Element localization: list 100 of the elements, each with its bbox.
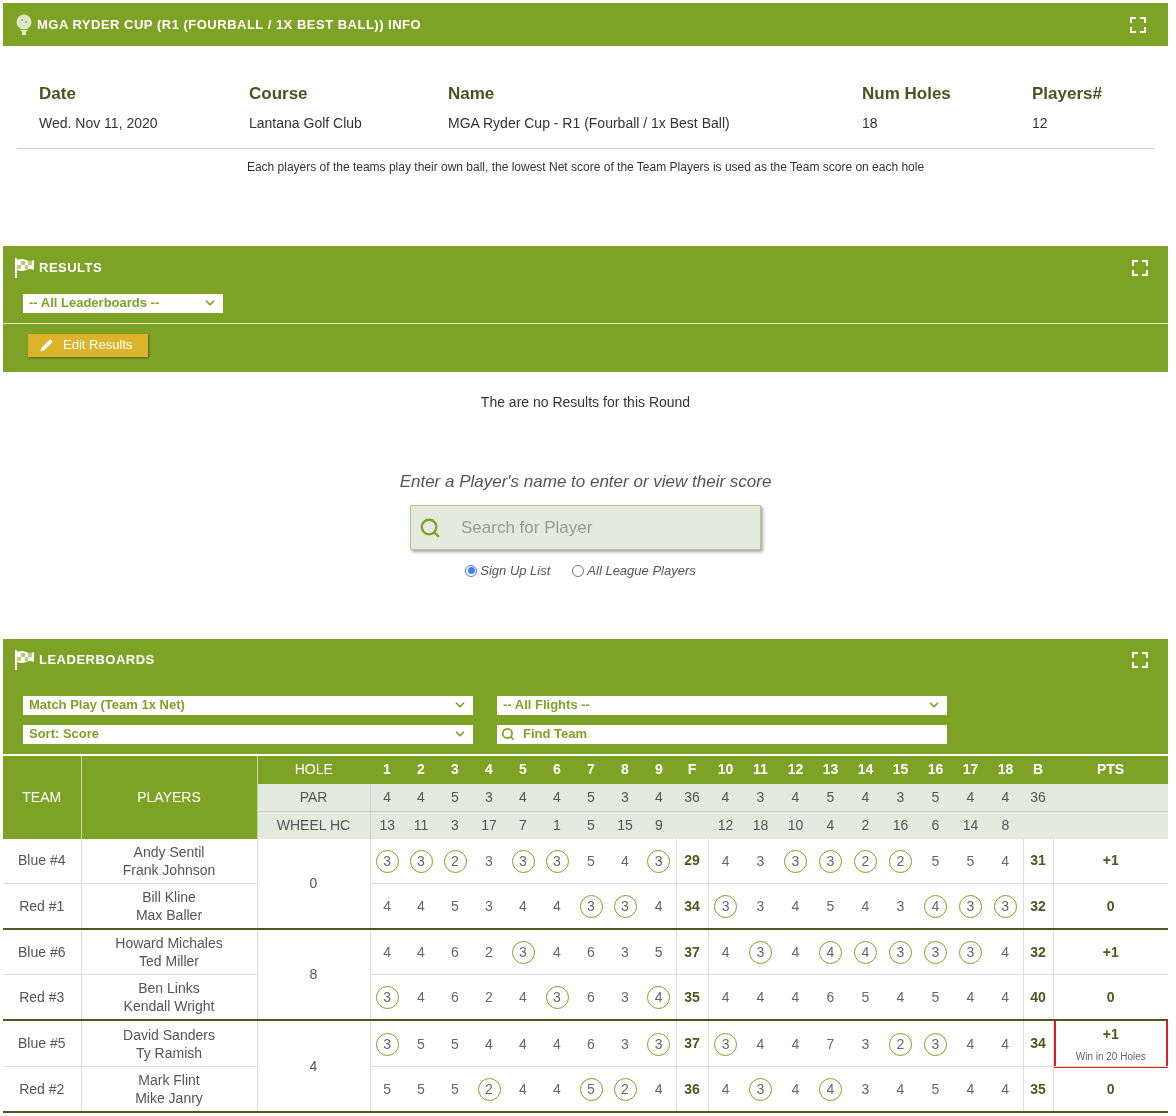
hole-score: 6: [586, 943, 596, 962]
hole-handicap: 6: [918, 811, 953, 839]
match-handicap: 4: [257, 1020, 370, 1112]
match-points: 0: [1106, 1079, 1115, 1099]
hole-score: 4: [755, 1034, 766, 1054]
golf-ball-on-tee-icon: [15, 13, 33, 36]
hole-score: 3: [860, 1034, 871, 1054]
hole-score: 4: [1000, 943, 1011, 962]
par-value: 5: [918, 783, 953, 812]
flight-select[interactable]: -- All Flights --: [497, 695, 947, 715]
hole-score: 5: [450, 897, 460, 916]
expand-icon[interactable]: [1130, 16, 1146, 33]
sort-select[interactable]: Sort: Score: [23, 724, 473, 744]
hole-score: 5: [450, 1034, 460, 1054]
players-column-header: PLAYERS: [81, 755, 257, 839]
match-points: +1: [1102, 942, 1119, 962]
hole-score: 3: [755, 897, 766, 916]
back-total: 34: [1023, 1020, 1053, 1067]
par-value: 3: [472, 783, 506, 812]
back-total: 32: [1023, 883, 1053, 929]
player-search-field[interactable]: Search for Player: [410, 505, 761, 550]
front-total: 36: [676, 1066, 708, 1112]
team-name: Red #3: [3, 974, 81, 1020]
par-value: 4: [953, 783, 988, 812]
search-icon: [501, 727, 515, 741]
hole-handicap: 8: [988, 811, 1023, 839]
search-icon: [419, 516, 441, 539]
hole-score: 5: [450, 1080, 460, 1099]
hole-score: 4: [653, 1080, 664, 1099]
hole-score: 6: [450, 988, 460, 1007]
hole-handicap: 1: [540, 811, 574, 839]
par-in-total: 36: [1023, 783, 1053, 812]
expand-icon[interactable]: [1132, 651, 1148, 668]
hole-number: 17: [953, 755, 988, 784]
hole-score: 4: [552, 1080, 562, 1099]
points-header: PTS: [1053, 755, 1168, 784]
hole-score: 3: [860, 1080, 871, 1099]
hole-score: 4: [965, 1080, 976, 1099]
hole-number: 14: [848, 755, 883, 784]
hole-score: 4: [895, 988, 906, 1007]
radio-label[interactable]: All League Players: [587, 561, 696, 581]
hole-score: 3: [714, 1032, 738, 1056]
par-value: 4: [540, 783, 574, 812]
team-name: Red #1: [3, 883, 81, 929]
expand-icon[interactable]: [1132, 259, 1148, 276]
hole-score: 4: [1000, 851, 1011, 871]
hole-handicap: 7: [506, 811, 540, 839]
par-value: 4: [506, 783, 540, 812]
par-value: 3: [743, 783, 778, 812]
hole-score: 4: [790, 988, 801, 1007]
back-total: 35: [1023, 1066, 1053, 1112]
par-value: 4: [778, 783, 813, 812]
player-name: Ben Links: [138, 979, 200, 997]
hole-score: 5: [825, 897, 836, 916]
hole-score: 5: [860, 988, 871, 1007]
format-select[interactable]: Match Play (Team 1x Net): [23, 695, 473, 715]
hole-number: 16: [918, 755, 953, 784]
match-handicap: 0: [257, 838, 370, 929]
info-value: MGA Ryder Cup - R1 (Fourball / 1x Best Ball): [448, 113, 731, 133]
player-name: Bill Kline: [142, 888, 196, 906]
match-note: Win in 20 Holes: [1075, 1049, 1146, 1064]
hole-score: 4: [552, 1034, 562, 1054]
hole-score: 4: [790, 943, 801, 962]
par-value: 4: [404, 783, 438, 812]
player-name: Mike Janry: [135, 1089, 203, 1107]
hole-score: 5: [930, 851, 941, 871]
par-value: 4: [370, 783, 404, 812]
hole-score: 5: [930, 1080, 941, 1099]
hole-handicap: 3: [438, 811, 472, 839]
results-title: RESULTS: [39, 258, 103, 277]
player-name: Mark Flint: [138, 1071, 200, 1089]
empty-results-message: The are no Results for this Round: [480, 392, 691, 412]
edit-results-button[interactable]: Edit Results: [28, 333, 148, 357]
hole-score: 4: [895, 1080, 906, 1099]
hole-handicap: 10: [778, 811, 813, 839]
hole-score: 4: [382, 897, 393, 916]
front-total: 35: [676, 974, 708, 1020]
info-title: MGA RYDER CUP (R1 (FOURBALL / 1X BEST BALL)) INFO: [37, 15, 422, 34]
hole-score: 3: [484, 851, 494, 871]
radio-label[interactable]: Sign Up List: [480, 561, 551, 581]
par-value: 4: [642, 783, 676, 812]
info-label: Name: [448, 83, 496, 105]
hole-handicap: 5: [574, 811, 608, 839]
hole-score: 4: [965, 988, 976, 1007]
match-points: +1: [1102, 851, 1119, 871]
hole-score: 5: [416, 1034, 426, 1054]
hole-number: 1: [370, 755, 404, 784]
leaderboard-select[interactable]: -- All Leaderboards --: [23, 293, 223, 313]
hole-handicap: 4: [813, 811, 848, 839]
team-name: Blue #5: [3, 1020, 81, 1067]
hole-score: 5: [416, 1080, 426, 1099]
hole-score: 4: [518, 1080, 528, 1099]
hole-score: 5: [965, 851, 976, 871]
hole-handicap: 16: [883, 811, 918, 839]
front-total-header: F: [676, 755, 708, 784]
match-points: 0: [1106, 896, 1115, 916]
par-value: 5: [438, 783, 472, 812]
player-search-input[interactable]: Search for Player: [461, 514, 741, 541]
hole-number: 4: [472, 755, 506, 784]
hole-number: 12: [778, 755, 813, 784]
